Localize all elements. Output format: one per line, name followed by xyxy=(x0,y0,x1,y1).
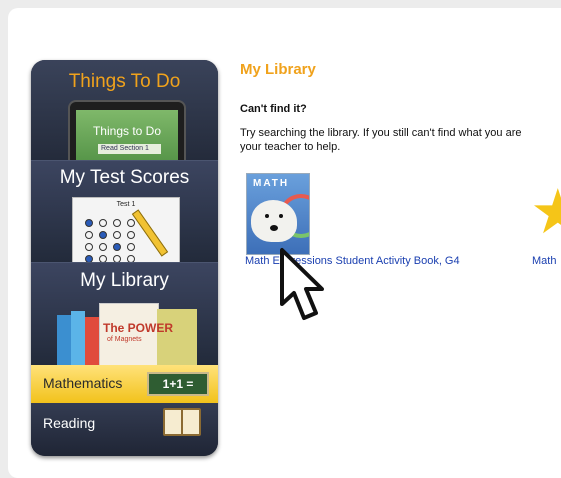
subject-reading-label: Reading xyxy=(43,415,96,431)
menu-things-to-do-title: Things To Do xyxy=(68,71,181,92)
book-cover-subtitle: of Magnets xyxy=(107,336,142,343)
test-sheet-title: Test 1 xyxy=(116,201,136,208)
books-illustration-icon: The POWER of Magnets xyxy=(57,303,197,366)
book-link-math[interactable]: Math xyxy=(532,255,556,267)
menu-things-to-do[interactable]: Things To Do Things to Do Read Section 1 xyxy=(31,60,218,160)
tablet-label: Things to Do xyxy=(92,124,162,138)
book-cover-math-expressions[interactable]: MATH xyxy=(246,173,310,255)
book-cover-title: The POWER xyxy=(103,321,174,335)
help-text-line2: your teacher to help. xyxy=(240,141,341,153)
polar-bear-icon xyxy=(251,200,297,242)
menu-my-library-title: My Library xyxy=(80,270,169,291)
left-menu: Things To Do Things to Do Read Section 1… xyxy=(31,60,218,456)
help-text-line1: Try searching the library. If you still … xyxy=(240,127,522,139)
tablet-sub-label: Read Section 1 xyxy=(98,144,161,154)
subject-reading[interactable]: Reading xyxy=(31,403,218,456)
cant-find-heading: Can't find it? xyxy=(240,103,307,115)
page-title: My Library xyxy=(240,61,316,78)
open-book-icon xyxy=(163,408,201,436)
cursor-arrow-icon xyxy=(280,248,324,320)
menu-test-scores-title: My Test Scores xyxy=(59,167,190,188)
subject-mathematics[interactable]: Mathematics 1+1 = xyxy=(31,365,218,403)
star-icon[interactable]: ★ xyxy=(530,182,561,244)
chalkboard-icon: 1+1 = xyxy=(147,372,209,396)
tablet-illustration-icon: Things to Do Read Section 1 xyxy=(68,100,186,160)
menu-test-scores[interactable]: My Test Scores Test 1 xyxy=(31,160,218,263)
menu-my-library[interactable]: My Library The POWER of Magnets xyxy=(31,262,218,366)
cover-title: MATH xyxy=(253,178,290,189)
help-text: Try searching the library. If you still … xyxy=(240,126,561,154)
subject-mathematics-label: Mathematics xyxy=(43,375,123,391)
